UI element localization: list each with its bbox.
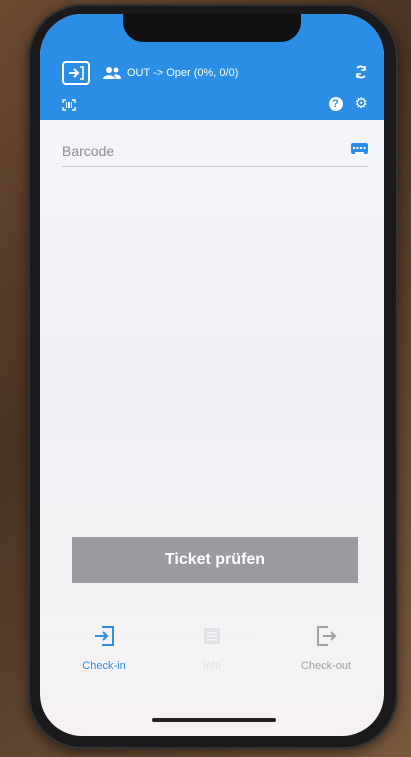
mode-status-text: OUT -> Oper (0%, 0/0) (127, 67, 239, 79)
help-icon[interactable]: ? (328, 97, 343, 111)
check-in-icon (93, 625, 115, 652)
check-in-icon[interactable] (62, 61, 90, 85)
tab-check-in[interactable]: Check-in (54, 614, 154, 684)
home-indicator[interactable] (152, 718, 276, 722)
tab-label: Check-in (82, 660, 126, 672)
tab-label: Check-out (300, 660, 352, 672)
check-out-icon (315, 625, 337, 652)
barcode-field-row (62, 138, 368, 167)
sync-icon[interactable] (354, 65, 368, 82)
tab-check-out[interactable]: Check-out (276, 614, 376, 684)
gear-icon[interactable]: ⚙ (355, 96, 368, 111)
tab-label: Info (202, 660, 222, 672)
keyboard-icon[interactable] (351, 143, 368, 154)
header-top-row: OUT -> Oper (0%, 0/0) (62, 58, 368, 88)
barcode-scan-icon[interactable] (62, 98, 76, 111)
tab-info[interactable]: Info (162, 614, 262, 684)
device-notch (123, 14, 301, 42)
barcode-input[interactable] (62, 138, 332, 164)
app-screen: OUT -> Oper (0%, 0/0) ? ⚙ Barcode Ticket… (40, 14, 384, 736)
header-bottom-row: ? ⚙ (62, 94, 368, 114)
group-icon (102, 66, 122, 80)
bottom-tab-bar: Check-in Info Check-out (40, 614, 384, 684)
list-icon (202, 626, 222, 651)
check-ticket-button[interactable]: Ticket prüfen (72, 537, 358, 583)
